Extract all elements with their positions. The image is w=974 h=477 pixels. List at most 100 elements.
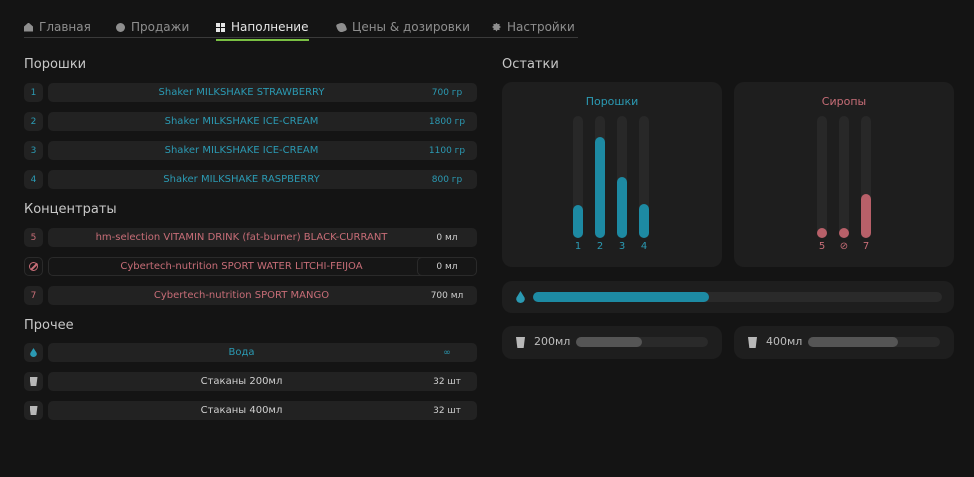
- tab-label: Цены & дозировки: [352, 20, 470, 34]
- cup-level-track: [576, 337, 708, 347]
- grid-icon: [216, 22, 225, 32]
- water-drop-icon: [30, 348, 37, 357]
- cup-level-fill: [808, 337, 898, 347]
- product-quantity[interactable]: 1800 гр: [417, 112, 477, 131]
- concentrates-heading: Концентраты: [24, 202, 117, 217]
- cup-slot: [24, 372, 43, 391]
- product-name[interactable]: Cybertech-nutrition SPORT MANGO: [48, 286, 435, 305]
- water-level-panel: [502, 281, 954, 313]
- info-icon: [116, 22, 125, 32]
- water-slot: [24, 343, 43, 362]
- other-heading: Прочее: [24, 318, 74, 333]
- product-quantity[interactable]: 1100 гр: [417, 141, 477, 160]
- water-level-fill: [533, 292, 709, 302]
- level-bar-label: 7: [862, 241, 870, 252]
- gear-icon: [492, 22, 501, 32]
- slot-number: 3: [24, 141, 43, 160]
- powders-heading: Порошки: [24, 57, 87, 72]
- level-bar-label: 4: [640, 241, 648, 252]
- product-quantity[interactable]: ∞: [417, 343, 477, 362]
- level-bar-track: [817, 116, 827, 238]
- panel-title: Порошки: [585, 95, 639, 108]
- panel-title: Сиропы: [821, 95, 867, 108]
- concentrate-row: 7 Cybertech-nutrition SPORT MANGO 700 мл: [24, 286, 477, 305]
- tab-label: Продажи: [131, 20, 190, 34]
- cups-row: Стаканы 400мл 32 шт: [24, 401, 477, 420]
- concentrate-row: Cybertech-nutrition SPORT WATER LITCHI-F…: [24, 257, 477, 276]
- product-name[interactable]: Shaker MILKSHAKE ICE-CREAM: [48, 112, 435, 131]
- level-bar-fill: [839, 228, 849, 238]
- product-name[interactable]: Стаканы 200мл: [48, 372, 435, 391]
- level-bar-label: 3: [618, 241, 626, 252]
- level-bar-track: [861, 116, 871, 238]
- syrups-levels-panel: Сиропы 5 ⊘ 7: [734, 82, 954, 267]
- tab-sales[interactable]: Продажи: [116, 17, 189, 37]
- powders-levels-panel: Порошки 1 2 3 4: [502, 82, 722, 267]
- product-quantity[interactable]: 0 мл: [417, 228, 477, 247]
- product-quantity[interactable]: 0 мл: [417, 257, 477, 276]
- tab-label: Настройки: [507, 20, 575, 34]
- level-bar-track: [639, 116, 649, 238]
- level-bar-fill: [573, 205, 583, 238]
- slot-number: 1: [24, 83, 43, 102]
- cup-icon: [29, 377, 38, 386]
- product-name[interactable]: Вода: [48, 343, 435, 362]
- product-name[interactable]: Shaker MILKSHAKE RASPBERRY: [48, 170, 435, 189]
- tab-prices[interactable]: Цены & дозировки: [335, 17, 470, 37]
- slot-number: 7: [24, 286, 43, 305]
- product-quantity[interactable]: 700 гр: [417, 83, 477, 102]
- remains-heading: Остатки: [502, 57, 559, 72]
- cups-row: Стаканы 200мл 32 шт: [24, 372, 477, 391]
- product-quantity[interactable]: 32 шт: [417, 401, 477, 420]
- slot-disabled: [24, 257, 43, 276]
- cups-200-level-panel: 200мл: [502, 326, 722, 359]
- product-name[interactable]: Стаканы 400мл: [48, 401, 435, 420]
- powder-row: 4 Shaker MILKSHAKE RASPBERRY 800 гр: [24, 170, 477, 189]
- cup-size-label: 400мл: [766, 335, 803, 348]
- powder-row: 1 Shaker MILKSHAKE STRAWBERRY 700 гр: [24, 83, 477, 102]
- tab-label: Главная: [39, 20, 91, 34]
- cup-size-label: 200мл: [534, 335, 571, 348]
- product-quantity[interactable]: 700 мл: [417, 286, 477, 305]
- level-bar-label: ⊘: [839, 241, 849, 252]
- level-bar-track: [573, 116, 583, 238]
- concentrate-row: 5 hm-selection VITAMIN DRINK (fat-burner…: [24, 228, 477, 247]
- tab-bar: Главная Продажи Наполнение Цены & дозиро…: [24, 14, 578, 41]
- powder-row: 3 Shaker MILKSHAKE ICE-CREAM 1100 гр: [24, 141, 477, 160]
- product-quantity[interactable]: 32 шт: [417, 372, 477, 391]
- level-bar-fill: [861, 194, 871, 238]
- level-bar-fill: [639, 203, 649, 238]
- slot-number: 2: [24, 112, 43, 131]
- product-name[interactable]: Cybertech-nutrition SPORT WATER LITCHI-F…: [48, 257, 435, 276]
- water-row: Вода ∞: [24, 343, 477, 362]
- level-bar-fill: [595, 136, 605, 238]
- product-name[interactable]: Shaker MILKSHAKE STRAWBERRY: [48, 83, 435, 102]
- water-level-track: [533, 292, 942, 302]
- slot-number: 4: [24, 170, 43, 189]
- cups-400-level-panel: 400мл: [734, 326, 954, 359]
- cup-icon: [29, 406, 38, 415]
- level-bar-track: [839, 116, 849, 238]
- product-name[interactable]: hm-selection VITAMIN DRINK (fat-burner) …: [48, 228, 435, 247]
- slot-number: 5: [24, 228, 43, 247]
- product-name[interactable]: Shaker MILKSHAKE ICE-CREAM: [48, 141, 435, 160]
- level-bar-label: 2: [596, 241, 604, 252]
- cup-icon: [748, 337, 757, 348]
- tab-home[interactable]: Главная: [24, 17, 91, 37]
- cup-level-fill: [576, 337, 642, 347]
- cup-icon: [516, 337, 525, 348]
- tab-settings[interactable]: Настройки: [492, 17, 575, 37]
- powder-row: 2 Shaker MILKSHAKE ICE-CREAM 1800 гр: [24, 112, 477, 131]
- level-bar-track: [595, 116, 605, 238]
- level-bar-track: [617, 116, 627, 238]
- tag-icon: [335, 21, 348, 33]
- cup-slot: [24, 401, 43, 420]
- water-drop-icon: [516, 291, 525, 303]
- level-bar-fill: [817, 228, 827, 238]
- level-bar-fill: [617, 177, 627, 238]
- tab-label: Наполнение: [231, 20, 309, 34]
- cup-level-track: [808, 337, 940, 347]
- tab-filling[interactable]: Наполнение: [216, 17, 309, 41]
- level-bar-label: 5: [818, 241, 826, 252]
- product-quantity[interactable]: 800 гр: [417, 170, 477, 189]
